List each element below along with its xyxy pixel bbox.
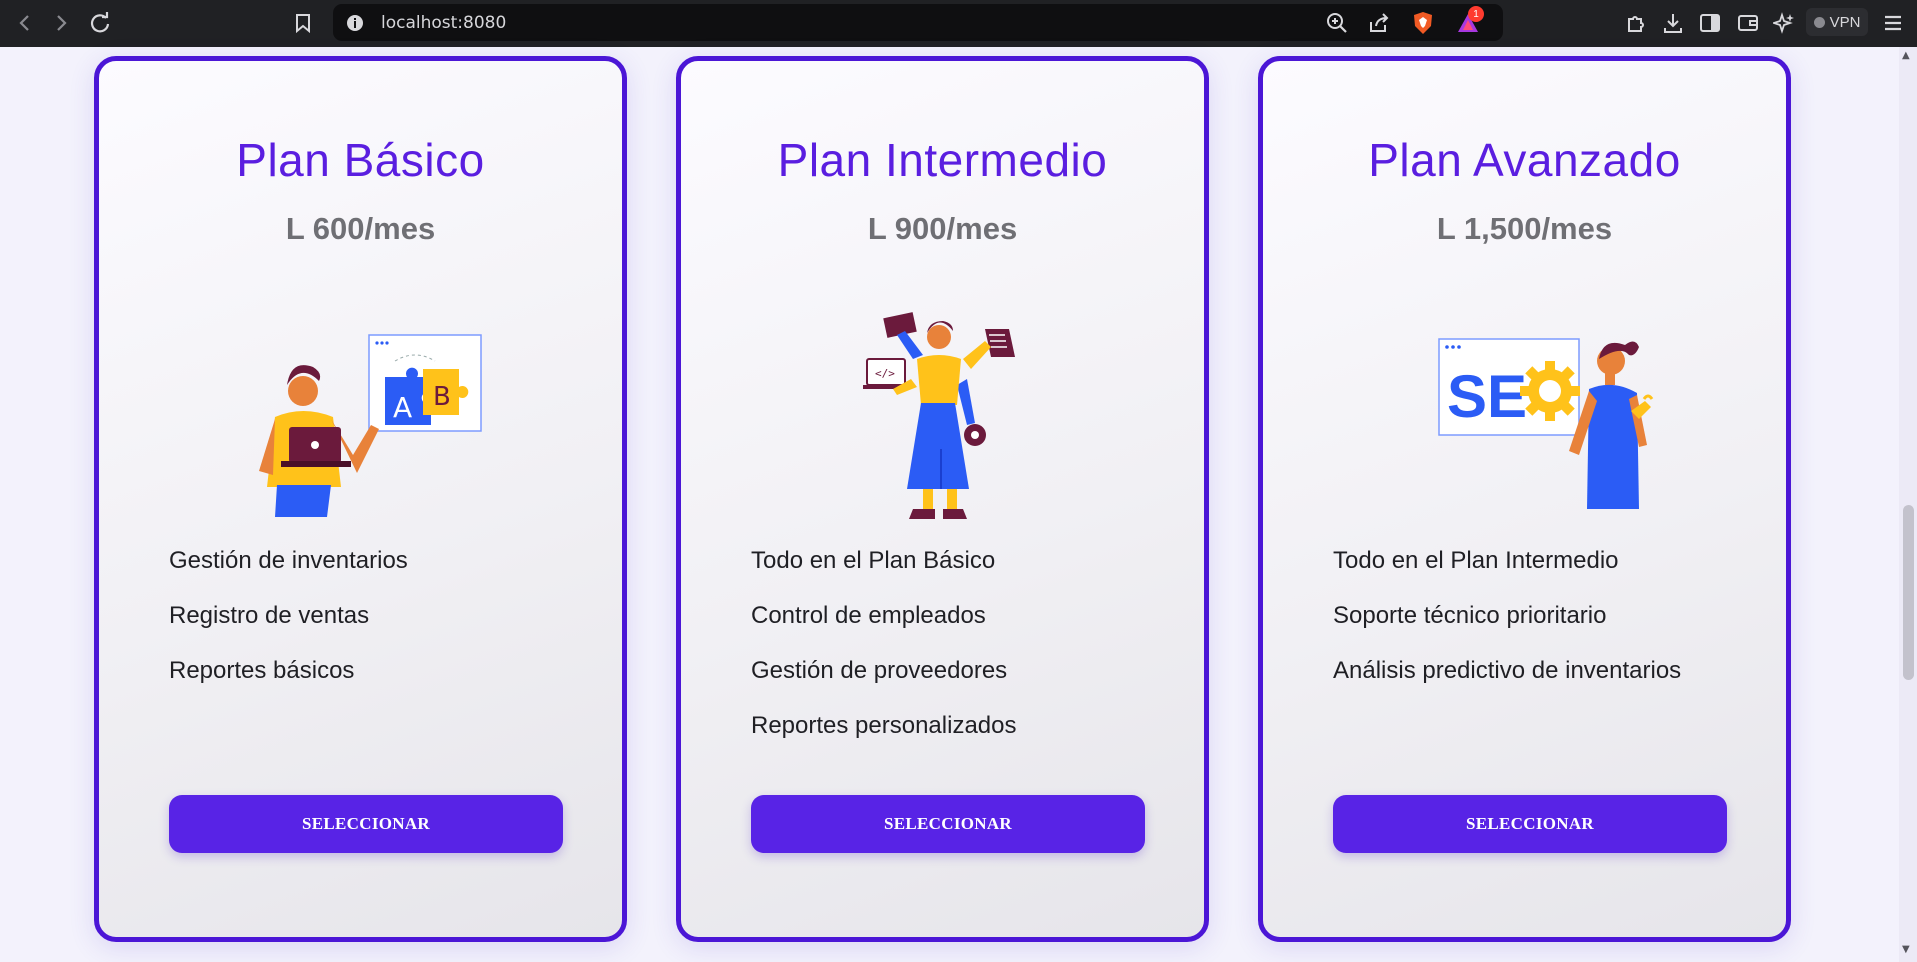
feature-item: Soporte técnico prioritario — [1333, 602, 1607, 629]
plan-price: L 600/mes — [285, 211, 436, 246]
feature-item: Gestión de proveedores — [751, 657, 1008, 684]
url-text: localhost:8080 — [381, 13, 507, 33]
reload-icon[interactable] — [87, 10, 113, 36]
share-icon[interactable] — [1366, 10, 1392, 36]
site-info-icon[interactable] — [345, 13, 365, 37]
plan-title: Plan Avanzado — [1368, 134, 1681, 186]
scroll-down-icon[interactable]: ▼ — [1902, 944, 1910, 955]
plan-card-avanzado: Plan Avanzado L 1,500/mes SE Todo en el … — [1258, 56, 1791, 942]
feature-item: Análisis predictivo de inventarios — [1333, 657, 1682, 684]
svg-text:A: A — [393, 391, 412, 424]
plan-price: L 1,500/mes — [1436, 211, 1613, 246]
leo-ai-icon[interactable] — [1771, 10, 1797, 36]
select-plan-avanzado-button[interactable]: SELECCIONAR — [1333, 795, 1727, 853]
menu-icon[interactable] — [1880, 10, 1906, 36]
plan-card-intermedio: Plan Intermedio L 900/mes </> Todo en el… — [676, 56, 1209, 942]
vpn-status-icon — [1813, 16, 1825, 28]
scrollbar-thumb[interactable] — [1903, 505, 1914, 680]
feature-item: Gestión de inventarios — [169, 547, 408, 574]
extensions-icon[interactable] — [1623, 10, 1649, 36]
feature-item: Control de empleados — [751, 602, 986, 629]
select-plan-intermedio-button[interactable]: SELECCIONAR — [751, 795, 1145, 853]
back-icon[interactable] — [12, 10, 38, 36]
select-plan-basico-button[interactable]: SELECCIONAR — [169, 795, 563, 853]
plan-price: L 900/mes — [867, 211, 1018, 246]
vpn-button[interactable]: VPN — [1806, 8, 1868, 36]
bookmark-icon[interactable] — [290, 10, 316, 36]
multitasking-woman-illustration: </> — [863, 312, 1015, 519]
zoom-icon[interactable] — [1324, 10, 1350, 36]
scroll-up-icon[interactable]: ▲ — [1902, 50, 1910, 61]
brave-shield-icon[interactable] — [1410, 10, 1436, 36]
svg-text:SE: SE — [1447, 363, 1527, 430]
vpn-label: VPN — [1829, 13, 1861, 31]
plan-title: Plan Básico — [236, 134, 485, 186]
svg-text:</>: </> — [875, 367, 895, 380]
seo-illustration: SE — [1438, 338, 1654, 509]
sidebar-icon[interactable] — [1697, 10, 1723, 36]
feature-item: Reportes personalizados — [751, 712, 1017, 739]
feature-item: Todo en el Plan Intermedio — [1333, 547, 1619, 574]
browser-toolbar: localhost:8080 1 VPN — [0, 0, 1917, 47]
notification-badge: 1 — [1468, 6, 1484, 22]
plan-title: Plan Intermedio — [777, 134, 1108, 186]
ab-testing-illustration: A B — [259, 334, 482, 517]
forward-icon[interactable] — [48, 10, 74, 36]
feature-item: Registro de ventas — [169, 602, 370, 629]
download-icon[interactable] — [1660, 10, 1686, 36]
feature-item: Reportes básicos — [169, 657, 355, 684]
feature-list: Todo en el Plan Básico Control de emplea… — [751, 546, 1017, 766]
plan-card-basico: Plan Básico L 600/mes A B Gestión de inv… — [94, 56, 627, 942]
svg-text:B: B — [433, 382, 451, 412]
feature-item: Todo en el Plan Básico — [751, 547, 996, 574]
feature-list: Gestión de inventarios Registro de venta… — [169, 546, 408, 711]
wallet-icon[interactable] — [1735, 10, 1761, 36]
feature-list: Todo en el Plan Intermedio Soporte técni… — [1333, 546, 1681, 711]
